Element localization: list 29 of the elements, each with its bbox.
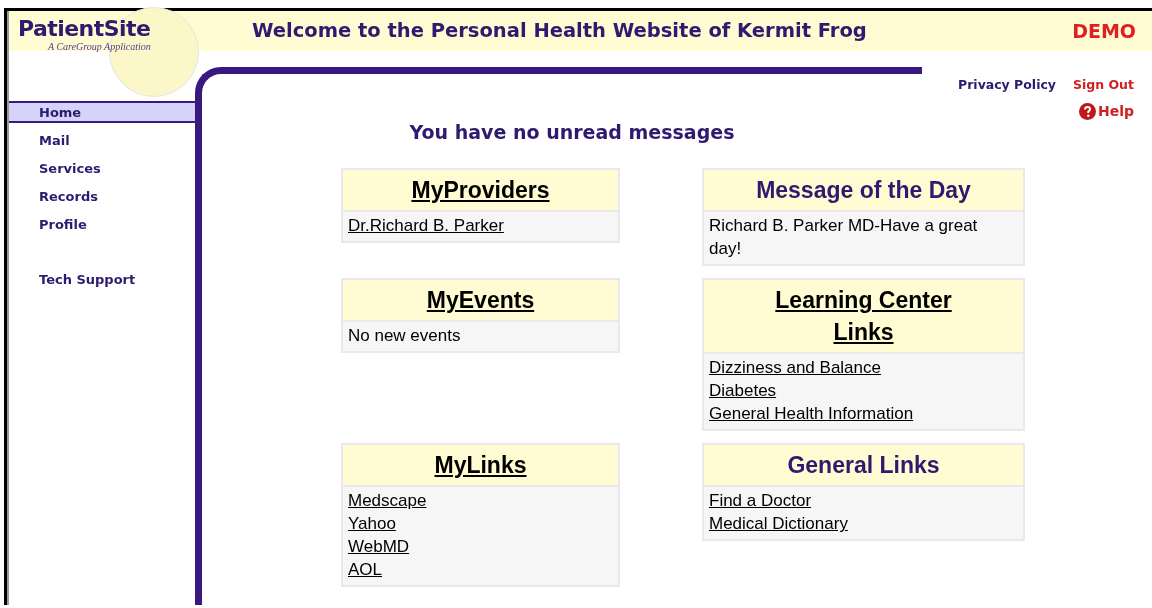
panel-link[interactable]: Medical Dictionary <box>709 512 848 536</box>
panel-link[interactable]: Find a Doctor <box>709 489 812 513</box>
panel-link[interactable]: Diabetes <box>709 379 777 403</box>
nav-item[interactable]: Profile <box>9 213 195 235</box>
panel-link[interactable]: AOL <box>348 558 383 582</box>
panel-link[interactable]: WebMD <box>348 535 410 559</box>
status-heading: You have no unread messages <box>409 120 735 143</box>
panel-link[interactable]: Yahoo <box>348 512 396 536</box>
panel-text: No new events <box>348 325 461 348</box>
nav-item[interactable]: Mail <box>9 129 195 151</box>
panel-text: Richard B. Parker MD-Have a great day! <box>709 215 979 261</box>
nav-item[interactable]: Services <box>9 157 195 179</box>
panel-title: Message of the Day <box>756 176 971 206</box>
page-title: Welcome to the Personal Health Website of Kermit Frog <box>252 18 867 45</box>
help-link[interactable]: Help <box>1078 100 1134 122</box>
demo-label: DEMO <box>1072 18 1136 44</box>
nav-item[interactable]: Home <box>9 101 195 123</box>
panel-link[interactable]: Medscape <box>348 489 427 513</box>
nav-item[interactable]: Records <box>9 185 195 207</box>
panel-link[interactable]: Dr.Richard B. Parker <box>348 214 504 238</box>
panel-link[interactable]: General Health Information <box>709 402 914 426</box>
logo-text: PatientSite <box>18 17 152 41</box>
panel-link[interactable]: Dizziness and Balance <box>709 356 881 380</box>
sign-out-link[interactable]: Sign Out <box>1073 76 1134 95</box>
panel-title: General Links <box>787 451 940 481</box>
help-icon <box>1078 102 1096 120</box>
logo-tagline: A CareGroup Application <box>46 41 152 53</box>
privacy-link[interactable]: Privacy Policy <box>958 76 1056 95</box>
nav-item[interactable]: Tech Support <box>9 268 195 290</box>
